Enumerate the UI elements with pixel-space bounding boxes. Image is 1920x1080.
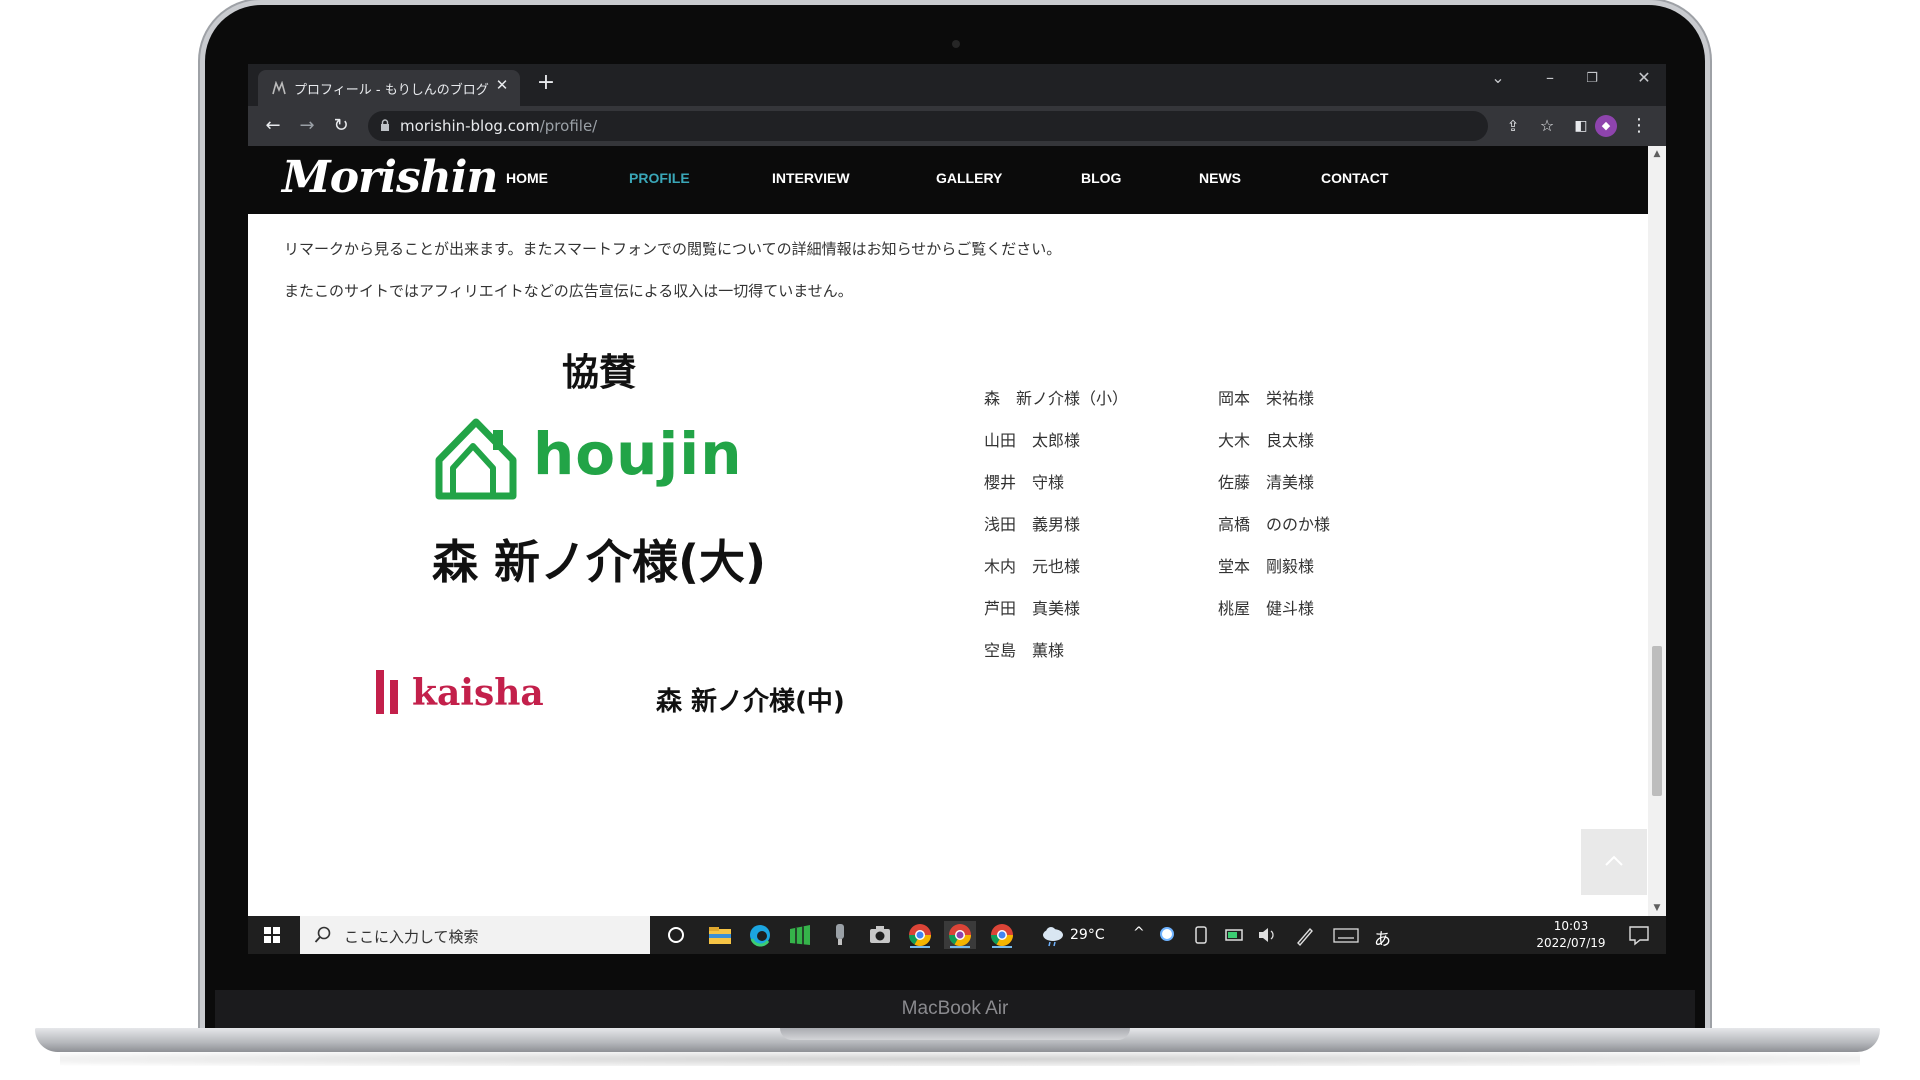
- windows-start-icon[interactable]: [254, 918, 290, 952]
- taskbar-search-box[interactable]: ここに入力して検索: [300, 916, 650, 954]
- supporter-name: 堂本 剛毅様: [1218, 557, 1315, 576]
- url-path: /profile/: [539, 117, 598, 135]
- supporter-name: 岡本 栄祐様: [1218, 389, 1315, 408]
- camera: [952, 40, 960, 48]
- spreadsheet-app-icon[interactable]: [784, 921, 816, 949]
- supporter-name: 高橋 ののか様: [1218, 515, 1331, 534]
- chrome-secondary-icon[interactable]: [986, 921, 1018, 949]
- supporter-name: 佐藤 清美様: [1218, 473, 1315, 492]
- taskbar: ここに入力して検索 29°C ^ あ 10:03 2022/07/19: [248, 916, 1666, 954]
- site-logo[interactable]: Morishin: [282, 152, 498, 203]
- pen-icon[interactable]: [1294, 921, 1316, 949]
- supporter-name: 浅田 義男様: [984, 515, 1081, 534]
- nav-profile[interactable]: PROFILE: [629, 170, 690, 186]
- scrollbar-thumb[interactable]: [1652, 646, 1662, 796]
- battery-icon[interactable]: [1224, 921, 1246, 949]
- kaisha-sponsor-logo[interactable]: kaisha: [374, 664, 564, 724]
- share-icon[interactable]: ⇪: [1500, 113, 1526, 139]
- microphone-app-icon[interactable]: [824, 921, 856, 949]
- taskbar-search-placeholder: ここに入力して検索: [344, 928, 479, 946]
- close-window-button[interactable]: ✕: [1629, 68, 1659, 87]
- kaisha-bars-icon: [376, 670, 398, 714]
- browser-tab[interactable]: プロフィール - もりしんのブログ ✕: [258, 70, 520, 106]
- minimize-button[interactable]: –: [1535, 68, 1565, 87]
- body-text-line-2: またこのサイトではアフィリエイトなどの広告宣伝による収入は一切得ていません。: [284, 282, 853, 300]
- back-arrow-icon[interactable]: ←: [260, 113, 286, 139]
- laptop-base: [35, 1028, 1880, 1052]
- bookmark-star-icon[interactable]: ☆: [1534, 113, 1560, 139]
- new-tab-button[interactable]: +: [532, 70, 560, 95]
- forward-arrow-icon[interactable]: →: [294, 113, 320, 139]
- tab-title: プロフィール - もりしんのブログ: [294, 83, 489, 98]
- base-notch: [780, 1028, 1130, 1040]
- close-tab-icon[interactable]: ✕: [492, 76, 512, 94]
- chevron-up-icon: [1605, 855, 1623, 866]
- cortana-icon[interactable]: [660, 921, 692, 949]
- page-viewport: Morishin HOME PROFILE INTERVIEW GALLERY …: [248, 146, 1666, 916]
- houjin-logo-text: houjin: [533, 420, 743, 488]
- supporter-name: 空島 薫様: [984, 641, 1065, 660]
- nav-blog[interactable]: BLOG: [1081, 170, 1121, 186]
- camera-app-icon[interactable]: [864, 921, 896, 949]
- weather-temperature[interactable]: 29°C: [1070, 927, 1105, 943]
- search-tray-icon[interactable]: [1156, 921, 1178, 949]
- scrollbar-track[interactable]: [1648, 146, 1666, 916]
- nav-news[interactable]: NEWS: [1199, 170, 1241, 186]
- scroll-down-arrow-icon[interactable]: ▼: [1648, 900, 1666, 916]
- nav-home[interactable]: HOME: [506, 170, 548, 186]
- chrome-profile-icon[interactable]: [944, 921, 976, 949]
- supporter-name: 櫻井 守様: [984, 473, 1065, 492]
- base-shadow: [60, 1052, 1860, 1066]
- side-panel-icon[interactable]: ◧: [1568, 113, 1594, 139]
- nav-gallery[interactable]: GALLERY: [936, 170, 1002, 186]
- nav-contact[interactable]: CONTACT: [1321, 170, 1388, 186]
- profile-avatar[interactable]: ◆: [1595, 115, 1617, 137]
- reload-icon[interactable]: ↻: [328, 113, 354, 139]
- file-explorer-icon[interactable]: [704, 921, 736, 949]
- url-text: morishin-blog.com/profile/: [400, 117, 597, 135]
- sponsor-heading: 協賛: [562, 350, 636, 394]
- laptop-chin: MacBook Air: [215, 990, 1695, 1030]
- supporter-name: 桃屋 健斗様: [1218, 599, 1315, 618]
- nav-interview[interactable]: INTERVIEW: [772, 170, 850, 186]
- clock-time: 10:03: [1553, 919, 1589, 933]
- house-icon: [435, 418, 517, 500]
- menu-kebab-icon[interactable]: ⋮: [1626, 113, 1652, 139]
- tab-search-icon[interactable]: ⌄: [1483, 68, 1513, 87]
- device-label: MacBook Air: [901, 998, 1009, 1019]
- site-favicon-icon: [272, 81, 286, 95]
- keyboard-icon[interactable]: [1332, 921, 1360, 949]
- phone-link-icon[interactable]: [1190, 921, 1212, 949]
- sponsor-mid-name: 森 新ノ介様(中): [656, 687, 845, 717]
- supporter-name: 山田 太郎様: [984, 431, 1081, 450]
- tab-strip: プロフィール - もりしんのブログ ✕ + ⌄ – ❐ ✕: [248, 64, 1666, 106]
- chrome-icon[interactable]: [904, 921, 936, 949]
- weather-cloud-icon[interactable]: [1038, 921, 1070, 949]
- taskbar-clock[interactable]: 10:03 2022/07/19: [1526, 918, 1616, 952]
- edge-browser-icon[interactable]: [744, 921, 776, 949]
- lock-icon: [381, 119, 389, 131]
- clock-date: 2022/07/19: [1536, 936, 1606, 950]
- site-header: Morishin HOME PROFILE INTERVIEW GALLERY …: [248, 146, 1648, 214]
- back-to-top-button[interactable]: [1581, 829, 1647, 895]
- houjin-sponsor-logo[interactable]: houjin: [433, 416, 763, 516]
- supporter-name: 芦田 真美様: [984, 599, 1081, 618]
- browser-toolbar: ← → ↻ morishin-blog.com/profile/ ⇪ ☆ ◧ ◆…: [248, 106, 1666, 146]
- speaker-icon[interactable]: [1256, 921, 1278, 949]
- supporter-name: 木内 元也様: [984, 557, 1081, 576]
- supporter-name: 大木 良太様: [1218, 431, 1315, 450]
- url-host: morishin-blog.com: [400, 117, 540, 135]
- screen: プロフィール - もりしんのブログ ✕ + ⌄ – ❐ ✕ ← → ↻ mori…: [248, 64, 1666, 954]
- restore-button[interactable]: ❐: [1577, 71, 1607, 86]
- scroll-up-arrow-icon[interactable]: ▲: [1648, 146, 1666, 162]
- search-icon: [314, 926, 331, 943]
- body-text-line-1: リマークから見ることが出来ます。またスマートフォンでの閲覧についての詳細情報はお…: [284, 240, 1062, 258]
- sponsor-large-name: 森 新ノ介様(大): [432, 535, 767, 589]
- tray-expand-icon[interactable]: ^: [1133, 925, 1145, 941]
- supporter-name: 森 新ノ介様（小）: [984, 389, 1129, 408]
- notification-icon[interactable]: [1626, 921, 1652, 949]
- ime-indicator[interactable]: あ: [1374, 925, 1391, 950]
- kaisha-logo-text: kaisha: [412, 672, 544, 714]
- address-bar[interactable]: morishin-blog.com/profile/: [368, 111, 1488, 141]
